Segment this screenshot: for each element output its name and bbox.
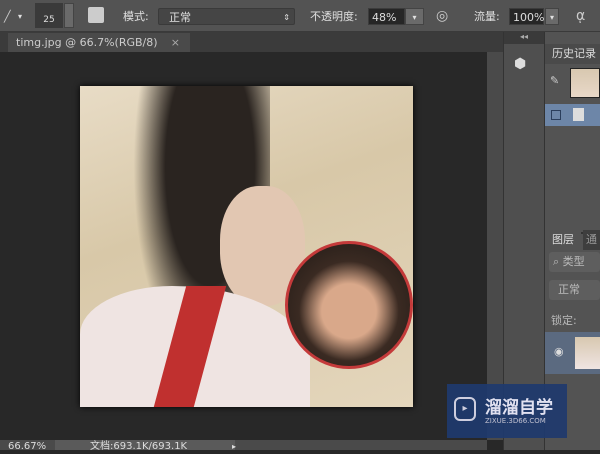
history-state-selected[interactable] <box>545 104 600 126</box>
brush-size-picker[interactable]: 25 <box>35 3 63 28</box>
mode-select[interactable]: 正常 ⇕ <box>158 8 295 25</box>
document-info: 文档:693.1K/693.1K <box>90 441 188 452</box>
collapse-icon[interactable]: ◂◂ <box>504 32 544 44</box>
tool-preset-dropdown[interactable]: ▾ <box>18 8 22 25</box>
watermark: ▸ 溜溜自学 ZIXUE.3D66.COM <box>447 384 567 438</box>
layers-tab[interactable]: 图层 <box>545 230 581 250</box>
eye-icon[interactable]: ◉ <box>554 345 564 358</box>
opacity-dropdown[interactable]: ▾ <box>405 8 424 25</box>
airbrush-icon[interactable]: ᾳ <box>576 8 585 25</box>
mode-label: 模式: <box>123 10 149 23</box>
document-title: timg.jpg @ 66.7%(RGB/8) <box>16 36 158 49</box>
play-logo-icon: ▸ <box>454 397 476 421</box>
status-menu-arrow[interactable]: ▸ <box>232 440 236 454</box>
close-tab-button[interactable]: × <box>171 33 180 52</box>
document-tab[interactable]: timg.jpg @ 66.7%(RGB/8) × <box>8 33 190 52</box>
status-bar: 66.67% 文档:693.1K/693.1K ▸ <box>0 440 487 452</box>
opacity-label: 不透明度: <box>310 10 358 23</box>
document-image[interactable] <box>80 86 413 407</box>
3d-panel-icon[interactable]: ⬢ <box>514 56 534 76</box>
brush-picker-dropdown[interactable] <box>64 3 74 28</box>
layer-row[interactable]: ◉ <box>545 332 600 374</box>
zoom-level[interactable]: 66.67% <box>8 440 46 454</box>
brush-panel-icon[interactable] <box>88 7 104 23</box>
history-tab[interactable]: 历史记录 <box>545 44 600 64</box>
lock-label: 锁定: <box>551 314 577 327</box>
history-brush-icon[interactable]: ✎ <box>550 74 559 87</box>
checkbox[interactable] <box>551 110 561 120</box>
layer-filter-select[interactable]: ⌕ 类型 <box>549 252 600 272</box>
vertical-scrollbar[interactable] <box>487 52 503 440</box>
document-icon <box>573 108 584 121</box>
inset-portrait <box>285 241 413 369</box>
brush-tool-icon[interactable]: ╱ <box>4 8 11 25</box>
flow-label: 流量: <box>474 10 500 23</box>
flow-dropdown[interactable]: ▾ <box>545 8 559 25</box>
layer-thumbnail <box>575 337 600 369</box>
opacity-input[interactable]: 48% <box>368 8 405 25</box>
watermark-name: 溜溜自学 <box>485 398 553 418</box>
flow-input[interactable]: 100% <box>509 8 544 25</box>
watermark-url: ZIXUE.3D66.COM <box>485 417 546 425</box>
brush-size: 25 <box>43 15 55 25</box>
blend-mode-select[interactable]: 正常 <box>549 280 600 300</box>
history-snapshot[interactable] <box>570 68 600 98</box>
pressure-opacity-icon[interactable]: ◎ <box>436 8 448 25</box>
channels-tab[interactable]: 通 <box>583 230 600 250</box>
mode-value: 正常 <box>169 11 191 24</box>
options-toolbar: ╱ ▾ 25 模式: 正常 ⇕ 不透明度: 48% ▾ ◎ 流量: 100% ▾ … <box>0 0 600 32</box>
filter-value: 类型 <box>562 255 585 268</box>
